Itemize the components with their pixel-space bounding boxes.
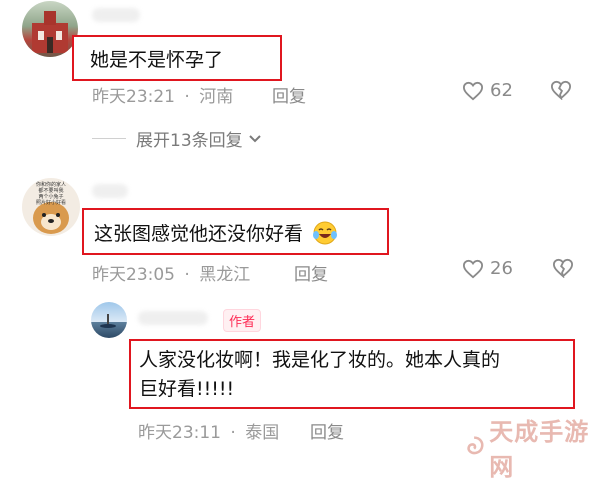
- like-button[interactable]: 26: [462, 258, 513, 279]
- expand-replies-label: 展开13条回复: [136, 131, 243, 151]
- comment-meta: 昨天23:05 · 黑龙江: [92, 265, 251, 285]
- username-redacted[interactable]: [138, 311, 208, 325]
- broken-heart-icon: [552, 258, 574, 279]
- comment-text-line2: 巨好看!!!!!: [139, 378, 235, 400]
- username-redacted[interactable]: [92, 8, 140, 22]
- building-image: [32, 11, 68, 53]
- comment-location: 河南: [199, 87, 234, 107]
- comment-time: 昨天23:05: [92, 265, 175, 285]
- username-redacted[interactable]: [92, 184, 128, 198]
- reply-button[interactable]: 回复: [294, 260, 328, 285]
- swirl-logo-icon: [467, 436, 484, 455]
- dislike-button[interactable]: [552, 258, 574, 282]
- dislike-button[interactable]: [550, 80, 572, 104]
- comment-time: 昨天23:11: [138, 423, 221, 443]
- avatar[interactable]: [22, 1, 78, 57]
- like-button[interactable]: 62: [462, 80, 513, 101]
- divider: [92, 138, 126, 139]
- watermark-text: 天成手游网: [489, 418, 590, 481]
- heart-icon: [462, 259, 484, 278]
- comment-text-line1: 人家没化妆啊！我是化了妆的。她本人真的: [139, 349, 501, 371]
- comment-meta: 昨天23:11 · 泰国: [138, 423, 280, 443]
- comment-meta: 昨天23:21 · 河南: [92, 87, 234, 107]
- like-count: 26: [490, 258, 513, 279]
- comment-text-box: 人家没化妆啊！我是化了妆的。她本人真的 巨好看!!!!!: [129, 339, 575, 409]
- comment-text: 她是不是怀孕了: [90, 49, 224, 71]
- avatar-caption: 你和你的家人 都不要叫我 两个小兔子 照片好小好看: [35, 182, 66, 206]
- comment-text-box: 她是不是怀孕了: [72, 35, 282, 81]
- comment-text-box: 这张图感觉他还没你好看: [82, 208, 389, 255]
- author-badge: 作者: [223, 309, 262, 332]
- comment-location: 泰国: [245, 423, 280, 443]
- watermark-logo: 天成手游网: [463, 412, 596, 482]
- avatar[interactable]: 你和你的家人 都不要叫我 两个小兔子 照片好小好看: [22, 178, 80, 236]
- reply-button[interactable]: 回复: [272, 82, 306, 107]
- landscape-image: [100, 314, 116, 328]
- chevron-down-icon: [248, 134, 261, 142]
- heart-icon: [462, 81, 484, 100]
- grinning-tears-emoji: [313, 221, 338, 245]
- broken-heart-icon: [550, 80, 572, 101]
- comment-text: 这张图感觉他还没你好看: [94, 223, 304, 245]
- expand-replies-button[interactable]: 展开13条回复: [92, 126, 263, 151]
- comment-time: 昨天23:21: [92, 87, 175, 107]
- reply-button[interactable]: 回复: [310, 418, 344, 443]
- avatar[interactable]: [91, 302, 127, 338]
- comment-location: 黑龙江: [199, 265, 251, 285]
- like-count: 62: [490, 80, 513, 101]
